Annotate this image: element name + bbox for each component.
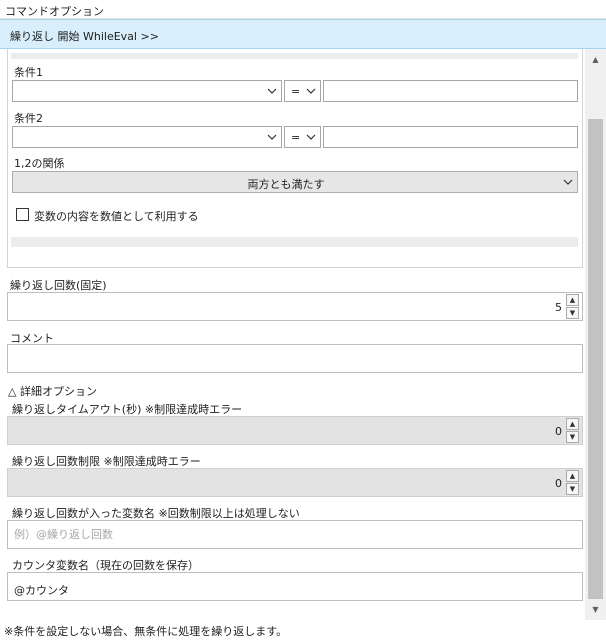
cond2-operator-combo[interactable]: = bbox=[284, 126, 321, 148]
scroll-up-button[interactable]: ▲ bbox=[585, 51, 606, 68]
timeout-spinner[interactable]: 0 ▲ ▼ bbox=[7, 416, 583, 445]
count-var-placeholder: 例）@繰り返し回数 bbox=[14, 528, 113, 541]
repeat-count-label: 繰り返し回数(固定) bbox=[10, 279, 107, 292]
footer-note: ※条件を設定しない場合、無条件に処理を繰り返します。 bbox=[4, 625, 288, 638]
details-label: 詳細オプション bbox=[19, 385, 97, 398]
counter-var-value: @カウンタ bbox=[14, 584, 69, 597]
scroll-down-button[interactable]: ▼ bbox=[585, 601, 606, 618]
limit-label: 繰り返し回数制限 ※制限達成時エラー bbox=[12, 455, 201, 468]
repeat-count-spinner[interactable]: 5 ▲ ▼ bbox=[7, 292, 583, 321]
chevron-down-icon bbox=[306, 88, 316, 94]
condition-top-strip bbox=[11, 53, 578, 59]
panel-title: コマンドオプション bbox=[0, 0, 606, 19]
cond2-left-combo[interactable] bbox=[12, 126, 282, 148]
condition-bottom-strip bbox=[11, 237, 578, 247]
chevron-down-icon bbox=[267, 134, 277, 140]
timeout-label: 繰り返しタイムアウト(秒) ※制限達成時エラー bbox=[12, 403, 243, 416]
spin-up-button[interactable]: ▲ bbox=[566, 418, 579, 430]
counter-var-input[interactable]: @カウンタ bbox=[7, 572, 583, 601]
numeric-checkbox[interactable] bbox=[16, 208, 29, 221]
cond1-right-input[interactable] bbox=[323, 80, 578, 102]
chevron-down-icon bbox=[306, 134, 316, 140]
cond2-operator-value: = bbox=[291, 131, 301, 144]
scrollbar-thumb[interactable] bbox=[588, 119, 603, 599]
counter-var-label: カウンタ変数名（現在の回数を保存） bbox=[12, 559, 199, 572]
limit-spin-buttons: ▲ ▼ bbox=[566, 470, 579, 495]
count-var-label: 繰り返し回数が入った変数名 ※回数制限以上は処理しない bbox=[12, 507, 300, 520]
cond2-right-input[interactable] bbox=[323, 126, 578, 148]
limit-spinner[interactable]: 0 ▲ ▼ bbox=[7, 468, 583, 497]
triangle-up-icon: △ bbox=[8, 385, 17, 398]
chevron-down-icon bbox=[267, 88, 277, 94]
details-toggle[interactable]: △ 詳細オプション bbox=[8, 383, 97, 399]
relation-value: 両方とも満たす bbox=[247, 178, 325, 191]
chevron-down-icon bbox=[563, 179, 573, 185]
spin-down-button[interactable]: ▼ bbox=[566, 431, 579, 443]
relation-combo[interactable]: 両方とも満たす bbox=[12, 171, 578, 193]
spin-down-button[interactable]: ▼ bbox=[566, 307, 579, 319]
options-scroll-area: 条件1 = 条件2 = 1,2の関係 両方とも満たす 変数の内容を数値として利用… bbox=[0, 49, 606, 620]
spin-up-button[interactable]: ▲ bbox=[566, 470, 579, 482]
timeout-value: 0 bbox=[555, 425, 562, 438]
spin-down-button[interactable]: ▼ bbox=[566, 483, 579, 495]
repeat-count-spin-buttons: ▲ ▼ bbox=[566, 294, 579, 319]
cond1-operator-value: = bbox=[291, 85, 301, 98]
count-var-input[interactable]: 例）@繰り返し回数 bbox=[7, 520, 583, 549]
timeout-spin-buttons: ▲ ▼ bbox=[566, 418, 579, 443]
cond1-label: 条件1 bbox=[14, 66, 43, 79]
cond2-label: 条件2 bbox=[14, 112, 43, 125]
command-header: 繰り返し 開始 WhileEval >> bbox=[0, 19, 606, 49]
vertical-scrollbar[interactable]: ▲ ▼ bbox=[585, 49, 606, 620]
numeric-checkbox-label[interactable]: 変数の内容を数値として利用する bbox=[34, 208, 199, 224]
spin-up-button[interactable]: ▲ bbox=[566, 294, 579, 306]
repeat-count-value: 5 bbox=[555, 301, 562, 314]
cond1-operator-combo[interactable]: = bbox=[284, 80, 321, 102]
cond1-left-combo[interactable] bbox=[12, 80, 282, 102]
limit-value: 0 bbox=[555, 477, 562, 490]
relation-label: 1,2の関係 bbox=[14, 157, 65, 170]
comment-input[interactable] bbox=[7, 344, 583, 373]
condition-group: 条件1 = 条件2 = 1,2の関係 両方とも満たす 変数の内容を数値として利用… bbox=[7, 49, 583, 268]
